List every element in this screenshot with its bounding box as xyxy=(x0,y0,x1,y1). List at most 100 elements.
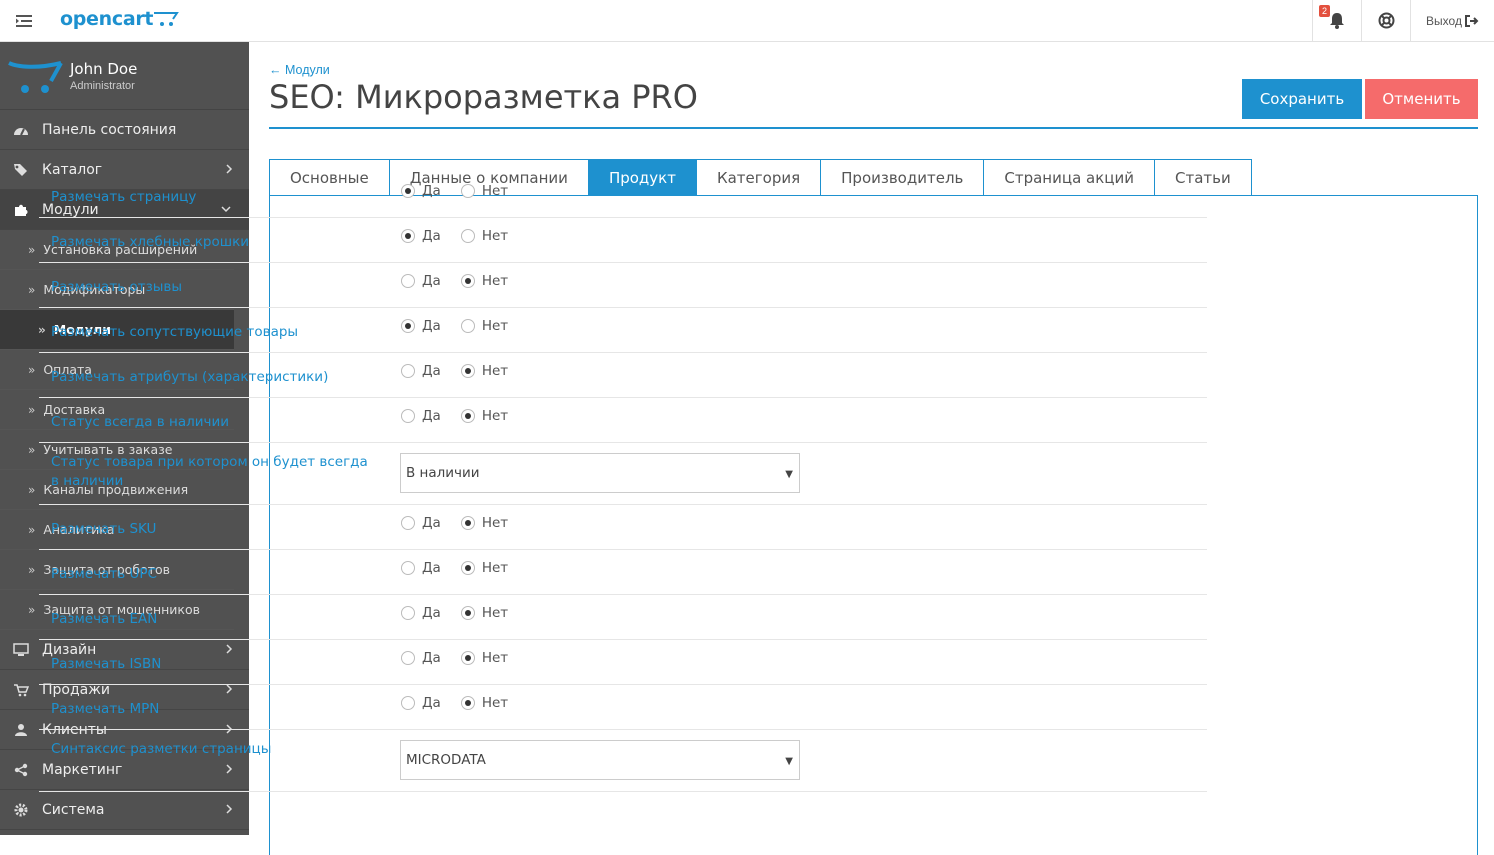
radio-option-yes[interactable]: Да xyxy=(401,408,441,424)
sign-out-icon xyxy=(1464,14,1479,27)
radio-button[interactable] xyxy=(460,696,475,710)
radio-option-no[interactable]: Нет xyxy=(460,695,509,711)
radio-option-no[interactable]: Нет xyxy=(460,228,508,244)
radio-option-no[interactable]: Нет xyxy=(460,515,509,531)
radio-button[interactable] xyxy=(460,516,475,530)
radio-option-no[interactable]: Нет xyxy=(460,560,509,576)
field-label: Размечать хлебные крошки xyxy=(51,234,250,250)
form-row: Статус товара при котором он будет всегд… xyxy=(39,443,1207,505)
radio-button[interactable] xyxy=(401,274,415,288)
breadcrumb-link[interactable]: ← Модули xyxy=(269,63,330,77)
logo-text: opencart xyxy=(60,8,154,30)
radio-option-yes[interactable]: Да xyxy=(401,650,441,666)
logo-cart-icon xyxy=(154,12,180,26)
radio-button[interactable] xyxy=(401,229,415,243)
radio-option-yes[interactable]: Да xyxy=(401,273,441,289)
radio-label: Нет xyxy=(481,408,509,424)
form-row: Размечать атрибуты (характеристики) Да Нет xyxy=(39,353,1207,398)
radio-button[interactable] xyxy=(401,409,415,423)
settings-form: Размечать страницу Да Нет Размечать хлебные… xyxy=(39,173,1207,792)
field-label: Статус всегда в наличии xyxy=(51,414,230,430)
radio-button[interactable] xyxy=(401,364,415,378)
double-chevron-icon: » xyxy=(28,282,36,297)
radio-label: Нет xyxy=(481,515,509,531)
top-bar: opencart 2 Выход xyxy=(0,0,1494,42)
double-chevron-icon: » xyxy=(28,522,36,537)
radio-option-yes[interactable]: Да xyxy=(401,515,441,531)
share-icon xyxy=(14,763,28,776)
radio-option-yes[interactable]: Да xyxy=(401,560,441,576)
radio-option-no[interactable]: Нет xyxy=(460,363,509,379)
radio-button[interactable] xyxy=(460,651,475,665)
radio-label: Нет xyxy=(481,695,509,711)
radio-option-no[interactable]: Нет xyxy=(460,273,508,289)
header-divider xyxy=(269,127,1478,129)
radio-label: Нет xyxy=(481,560,509,576)
radio-button[interactable] xyxy=(401,184,415,198)
menu-toggle-button[interactable] xyxy=(0,0,48,41)
radio-button[interactable] xyxy=(460,364,475,378)
radio-option-yes[interactable]: Да xyxy=(401,695,441,711)
user-icon xyxy=(15,723,27,736)
radio-button[interactable] xyxy=(460,274,475,288)
field-label: Размечать MPN xyxy=(51,701,160,717)
user-name: John Doe xyxy=(70,59,138,78)
caret-down-icon: ▼ xyxy=(785,756,793,767)
radio-group: Да Нет xyxy=(401,228,528,244)
radio-group: Да Нет xyxy=(401,363,528,379)
radio-label: Да xyxy=(422,408,441,424)
save-button[interactable]: Сохранить xyxy=(1242,79,1362,119)
radio-option-yes[interactable]: Да xyxy=(401,318,441,334)
radio-option-no[interactable]: Нет xyxy=(460,183,509,199)
help-button[interactable] xyxy=(1361,0,1410,41)
radio-option-no[interactable]: Нет xyxy=(460,605,509,621)
radio-button[interactable] xyxy=(401,651,415,665)
form-row: Размечать сопутствующие товары Да Нет xyxy=(39,308,1207,353)
radio-option-yes[interactable]: Да xyxy=(401,605,441,621)
radio-option-no[interactable]: Нет xyxy=(460,408,509,424)
opencart-cart-avatar-icon xyxy=(8,60,63,93)
logout-button[interactable]: Выход xyxy=(1410,0,1494,41)
life-ring-icon xyxy=(1378,12,1394,29)
radio-group: Да Нет xyxy=(401,650,528,666)
radio-button[interactable] xyxy=(401,516,415,530)
cancel-button[interactable]: Отменить xyxy=(1365,79,1478,119)
radio-option-yes[interactable]: Да xyxy=(401,363,441,379)
double-chevron-icon: » xyxy=(28,402,36,417)
select-dropdown[interactable]: MICRODATA ▼ xyxy=(400,740,800,780)
sidebar-item-label: Панель состояния xyxy=(42,121,177,138)
radio-label: Нет xyxy=(481,605,509,621)
user-profile[interactable]: John Doe Administrator xyxy=(0,42,249,110)
double-chevron-icon: » xyxy=(28,602,36,617)
radio-button[interactable] xyxy=(401,696,415,710)
radio-label: Нет xyxy=(481,650,509,666)
radio-button[interactable] xyxy=(460,409,475,423)
field-label: Размечать сопутствующие товары xyxy=(51,324,299,340)
radio-group: Да Нет xyxy=(401,560,528,576)
radio-button[interactable] xyxy=(401,561,415,575)
radio-button[interactable] xyxy=(460,229,475,243)
radio-option-no[interactable]: Нет xyxy=(460,318,508,334)
notifications-button[interactable]: 2 xyxy=(1312,0,1361,41)
select-dropdown[interactable]: В наличии ▼ xyxy=(400,453,800,493)
form-row: Размечать UPC Да Нет xyxy=(39,550,1207,595)
radio-option-yes[interactable]: Да xyxy=(401,228,441,244)
radio-button[interactable] xyxy=(460,319,475,333)
sidebar-item-dashboard[interactable]: Панель состояния xyxy=(0,110,249,150)
opencart-logo[interactable]: opencart xyxy=(60,2,180,36)
radio-label: Да xyxy=(422,318,441,334)
radio-group: Да Нет xyxy=(401,273,528,289)
radio-label: Нет xyxy=(481,363,509,379)
radio-label: Нет xyxy=(481,183,509,199)
sidebar-item-label: Система xyxy=(42,801,105,818)
radio-option-no[interactable]: Нет xyxy=(460,650,509,666)
dashboard-icon xyxy=(14,127,28,135)
radio-button[interactable] xyxy=(460,606,475,620)
radio-button[interactable] xyxy=(401,319,415,333)
chevron-right-icon xyxy=(226,804,233,814)
radio-button[interactable] xyxy=(460,561,475,575)
radio-option-yes[interactable]: Да xyxy=(401,183,441,199)
sidebar-item-system[interactable]: Система xyxy=(0,790,249,830)
radio-button[interactable] xyxy=(460,184,475,198)
radio-button[interactable] xyxy=(401,606,415,620)
